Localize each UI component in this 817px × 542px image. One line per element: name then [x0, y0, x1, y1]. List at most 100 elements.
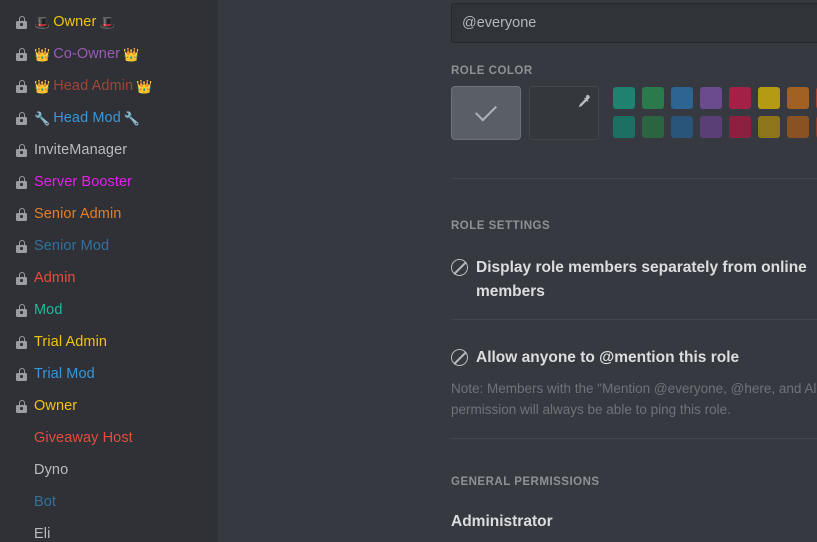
color-swatch[interactable]	[758, 87, 780, 109]
role-list-item[interactable]: Eli	[0, 518, 218, 542]
role-list-item[interactable]: Trial Mod	[0, 358, 218, 390]
setting-allow-mention[interactable]: Allow anyone to @mention this role	[451, 346, 817, 370]
color-swatch[interactable]	[758, 116, 780, 138]
check-icon	[475, 99, 497, 122]
role-list-item[interactable]: Trial Admin	[0, 326, 218, 358]
role-emoji-icon: 🔧	[34, 110, 51, 126]
divider	[451, 178, 817, 179]
role-label: Senior Admin	[34, 206, 122, 222]
lock-icon	[16, 303, 27, 317]
role-label: Trial Admin	[34, 334, 108, 350]
role-label: Owner	[34, 398, 78, 414]
color-swatch[interactable]	[700, 87, 722, 109]
role-list-item[interactable]: Senior Admin	[0, 198, 218, 230]
setting-display-separately[interactable]: Display role members separately from onl…	[451, 256, 817, 304]
role-name-wrap: Eli	[34, 526, 50, 542]
lock-icon	[16, 399, 27, 413]
role-label: Co-Owner	[53, 46, 121, 62]
role-color-swatches[interactable]	[451, 86, 817, 140]
role-label: Head Mod	[53, 110, 121, 126]
role-list-item[interactable]: 👑 Head Admin 👑	[0, 70, 218, 102]
role-name-wrap: Senior Admin	[34, 206, 121, 222]
eyedropper-icon	[578, 94, 590, 108]
role-label: Dyno	[34, 462, 69, 478]
role-list-item[interactable]: Dyno	[0, 454, 218, 486]
lock-icon	[16, 15, 27, 29]
role-name-wrap: Server Booster	[34, 174, 132, 190]
setting-allow-mention-label: Allow anyone to @mention this role	[476, 349, 740, 366]
divider	[451, 319, 817, 320]
role-settings-screen: 🎩 Owner 🎩 👑 Co-Owner 👑 👑 Head Admin 👑 🔧 Head Mod 🔧 I…	[0, 0, 817, 542]
lock-icon	[16, 239, 27, 253]
prohibited-icon	[451, 349, 468, 366]
role-list-item[interactable]: InviteManager	[0, 134, 218, 166]
role-label: Owner	[53, 14, 97, 30]
role-label: Head Admin	[53, 78, 134, 94]
lock-icon	[16, 175, 27, 189]
custom-color-picker-button[interactable]	[529, 86, 599, 140]
role-list-item[interactable]: Mod	[0, 294, 218, 326]
color-swatch[interactable]	[613, 116, 635, 138]
default-color-swatch[interactable]	[451, 86, 521, 140]
role-label: Mod	[34, 302, 63, 318]
role-name-wrap: Mod	[34, 302, 63, 318]
color-swatch[interactable]	[642, 87, 664, 109]
color-swatch[interactable]	[729, 116, 751, 138]
role-emoji-icon: 🔧	[123, 110, 141, 126]
color-swatch[interactable]	[671, 87, 693, 109]
role-name-wrap: 👑 Head Admin 👑	[34, 78, 152, 94]
role-emoji-icon: 👑	[34, 46, 51, 62]
role-color-header: ROLE COLOR	[451, 65, 533, 77]
lock-icon	[16, 79, 27, 93]
color-swatch[interactable]	[729, 87, 751, 109]
role-name-wrap: InviteManager	[34, 142, 127, 158]
role-list-item[interactable]: Admin	[0, 262, 218, 294]
role-emoji-icon: 🎩	[99, 14, 116, 30]
role-label: Admin	[34, 270, 76, 286]
role-list-item[interactable]: 🎩 Owner 🎩	[0, 6, 218, 38]
role-name-wrap: Admin	[34, 270, 76, 286]
role-label: Server Booster	[34, 174, 133, 190]
role-list-item[interactable]: Bot	[0, 486, 218, 518]
permission-administrator[interactable]: Administrator	[451, 510, 817, 534]
role-name-wrap: Trial Mod	[34, 366, 95, 382]
color-swatch[interactable]	[787, 116, 809, 138]
role-name-wrap: Bot	[34, 494, 56, 510]
color-swatch[interactable]	[642, 116, 664, 138]
color-swatch[interactable]	[613, 87, 635, 109]
lock-icon	[16, 207, 27, 221]
role-name-wrap: Trial Admin	[34, 334, 107, 350]
lock-icon	[16, 367, 27, 381]
color-palette-grid[interactable]	[613, 87, 817, 138]
general-permissions-header: GENERAL PERMISSIONS	[451, 476, 600, 488]
role-name-input[interactable]	[451, 3, 817, 43]
role-emoji-icon: 👑	[34, 78, 51, 94]
role-list-item[interactable]: Giveaway Host	[0, 422, 218, 454]
permission-administrator-label: Administrator	[451, 513, 553, 530]
role-list-item[interactable]: 👑 Co-Owner 👑	[0, 38, 218, 70]
role-list-item[interactable]: Server Booster	[0, 166, 218, 198]
color-swatch[interactable]	[671, 116, 693, 138]
role-label: Bot	[34, 494, 57, 510]
lock-icon	[16, 47, 27, 61]
role-label: Eli	[34, 526, 51, 542]
roles-sidebar[interactable]: 🎩 Owner 🎩 👑 Co-Owner 👑 👑 Head Admin 👑 🔧 Head Mod 🔧 I…	[0, 0, 218, 542]
role-name-wrap: Senior Mod	[34, 238, 109, 254]
permission-administrator-label-wrap: Administrator	[451, 510, 553, 534]
role-name-wrap: 👑 Co-Owner 👑	[34, 46, 139, 62]
role-list-item[interactable]: Senior Mod	[0, 230, 218, 262]
divider	[451, 438, 817, 439]
color-swatch[interactable]	[700, 116, 722, 138]
role-settings-header: ROLE SETTINGS	[451, 220, 551, 232]
role-label: Trial Mod	[34, 366, 95, 382]
role-list-item[interactable]: 🔧 Head Mod 🔧	[0, 102, 218, 134]
role-name-wrap: Dyno	[34, 462, 68, 478]
setting-display-separately-label-wrap: Display role members separately from onl…	[451, 256, 817, 304]
role-name-wrap: Giveaway Host	[34, 430, 133, 446]
role-label: Giveaway Host	[34, 430, 133, 446]
color-swatch[interactable]	[787, 87, 809, 109]
role-label: InviteManager	[34, 142, 128, 158]
role-label: Senior Mod	[34, 238, 110, 254]
role-list-item[interactable]: Owner	[0, 390, 218, 422]
setting-allow-mention-label-wrap: Allow anyone to @mention this role	[451, 346, 739, 370]
